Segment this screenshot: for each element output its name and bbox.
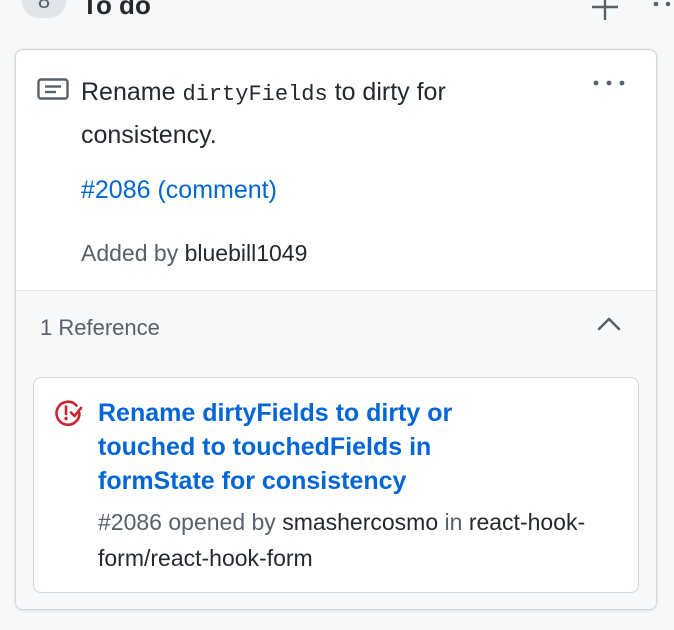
column-count-badge: 8 <box>22 0 66 18</box>
added-by: Added by bluebill1049 <box>81 240 307 267</box>
added-by-prefix: Added by <box>81 240 185 266</box>
reference-number: #2086 <box>98 509 162 535</box>
column-kebab-horizontal-icon[interactable] <box>648 0 674 14</box>
references-section: 1 Reference Rename dirtyFields to dirty … <box>16 291 656 609</box>
card-title-before: Rename <box>81 78 183 106</box>
note-icon <box>37 78 69 100</box>
card-title-code: dirtyFields <box>182 82 328 107</box>
issue-closed-icon <box>55 400 83 426</box>
card-title: Rename dirtyFields to dirty for consiste… <box>81 72 541 156</box>
column-header: 8 To do <box>0 0 674 36</box>
column-title: To do <box>82 0 151 20</box>
plus-icon[interactable] <box>592 0 618 20</box>
chevron-up-icon[interactable] <box>596 315 622 333</box>
reference-item[interactable]: Rename dirtyFields to dirty or touched t… <box>33 377 639 593</box>
reference-in: in <box>438 509 469 535</box>
reference-opened-by: opened by <box>161 509 283 535</box>
reference-author[interactable]: smashercosmo <box>282 509 438 535</box>
reference-title[interactable]: Rename dirtyFields to dirty or touched t… <box>98 396 518 498</box>
project-note-card[interactable]: Rename dirtyFields to dirty for consiste… <box>15 49 657 610</box>
card-kebab-horizontal-icon[interactable] <box>590 74 628 92</box>
reference-meta: #2086 opened by smashercosmo in react-ho… <box>98 504 608 576</box>
added-by-user[interactable]: bluebill1049 <box>185 240 308 266</box>
references-label: 1 Reference <box>40 315 160 340</box>
issue-comment-link[interactable]: #2086 (comment) <box>81 176 277 205</box>
